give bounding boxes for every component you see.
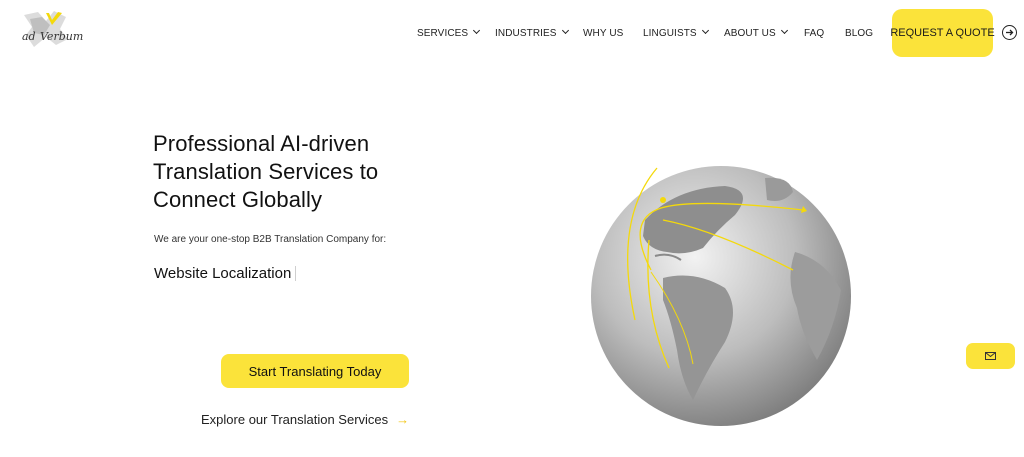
- hero-title: Professional AI-driven Translation Servi…: [153, 131, 379, 212]
- start-translating-button[interactable]: Start Translating Today: [221, 354, 409, 388]
- typed-service-text: Website Localization: [154, 265, 297, 282]
- chevron-down-icon: [701, 26, 709, 35]
- nav-item-why-us[interactable]: WHY US: [583, 28, 623, 40]
- nav-item-faq[interactable]: FAQ: [804, 28, 824, 40]
- hero-subtitle: We are your one-stop B2B Translation Com…: [154, 234, 387, 245]
- explore-services-link[interactable]: Explore our Translation Services →: [201, 412, 409, 427]
- nav-item-linguists[interactable]: LINGUISTS: [643, 26, 709, 40]
- nav-item-blog[interactable]: BLOG: [845, 28, 873, 40]
- contact-mail-button[interactable]: [966, 343, 1015, 369]
- text-caret: [295, 266, 297, 281]
- envelope-icon: [985, 352, 996, 360]
- nav-item-about-us[interactable]: ABOUT US: [724, 26, 788, 40]
- login-arrow-icon[interactable]: [1002, 25, 1017, 40]
- typed-text: Website Localization: [154, 265, 292, 282]
- explore-services-label: Explore our Translation Services: [201, 412, 389, 427]
- chevron-down-icon: [561, 26, 569, 35]
- chevron-down-icon: [473, 26, 481, 35]
- request-quote-button[interactable]: REQUEST A QUOTE: [890, 9, 995, 57]
- globe-illustration: [585, 160, 857, 432]
- chevron-down-icon: [780, 26, 788, 35]
- nav-item-industries[interactable]: INDUSTRIES: [495, 26, 569, 40]
- nav-item-services[interactable]: SERVICES: [417, 26, 481, 40]
- arrow-right-icon: →: [396, 412, 410, 427]
- main-nav: SERVICES INDUSTRIES WHY US LINGUISTS ABO…: [0, 0, 1024, 66]
